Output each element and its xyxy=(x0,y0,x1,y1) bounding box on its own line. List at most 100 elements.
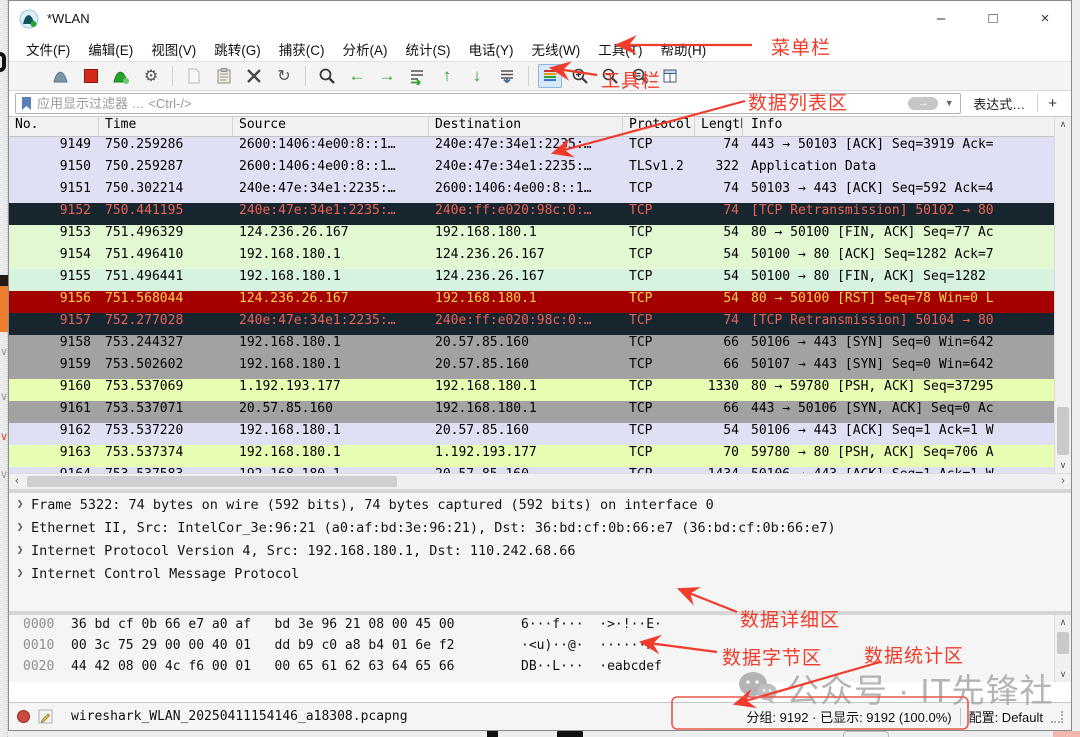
cell-protocol: TCP xyxy=(623,247,695,269)
cell-protocol: TCP xyxy=(623,423,695,445)
packet-list-vertical-scrollbar[interactable]: ∧ ∨ xyxy=(1054,117,1071,473)
menu-item[interactable]: 视图(V) xyxy=(142,39,205,59)
bytes-vertical-scrollbar[interactable]: ∧ ∨ xyxy=(1054,615,1071,682)
table-row[interactable]: 9153751.496329124.236.26.167192.168.180.… xyxy=(9,225,1071,247)
maximize-button[interactable]: □ xyxy=(967,1,1019,36)
stop-capture-icon[interactable] xyxy=(79,64,103,88)
table-row[interactable]: 9158753.244327192.168.180.120.57.85.160T… xyxy=(9,335,1071,357)
find-packet-icon[interactable] xyxy=(315,64,339,88)
table-row[interactable]: 9151750.302214240e:47e:34e1:2235:…2600:1… xyxy=(9,181,1071,203)
background-fragment xyxy=(0,275,8,286)
table-row[interactable]: 9160753.5370691.192.193.177192.168.180.1… xyxy=(9,379,1071,401)
capture-options-icon[interactable]: ⚙ xyxy=(139,64,163,88)
cell-time: 753.244327 xyxy=(99,335,233,357)
cell-length: 70 xyxy=(695,445,743,467)
scroll-down-icon[interactable]: ∨ xyxy=(1055,458,1071,473)
restart-capture-icon[interactable] xyxy=(109,64,133,88)
zoom-in-icon[interactable] xyxy=(568,64,592,88)
hex-ascii: ·<u)··@· ······n· xyxy=(521,638,662,653)
column-header[interactable]: Time xyxy=(99,117,233,136)
menu-item[interactable]: 编辑(E) xyxy=(79,39,142,59)
table-row[interactable]: 9163753.537374192.168.180.11.192.193.177… xyxy=(9,445,1071,467)
resize-columns-icon[interactable] xyxy=(658,64,682,88)
detail-line[interactable]: ❯Internet Protocol Version 4, Src: 192.1… xyxy=(9,543,1071,566)
expert-info-icon[interactable] xyxy=(17,710,30,723)
expand-icon[interactable]: ❯ xyxy=(9,497,31,520)
menu-item[interactable]: 无线(W) xyxy=(523,39,590,59)
table-row[interactable]: 9162753.537220192.168.180.120.57.85.160T… xyxy=(9,423,1071,445)
detail-line[interactable]: ❯Frame 5322: 74 bytes on wire (592 bits)… xyxy=(9,497,1071,520)
go-forward-icon[interactable]: → xyxy=(375,64,399,88)
apply-filter-icon[interactable]: → xyxy=(908,97,938,110)
resize-grip[interactable] xyxy=(1051,711,1063,723)
detail-line[interactable]: ❯Ethernet II, Src: IntelCor_3e:96:21 (a0… xyxy=(9,520,1071,543)
scrollbar-thumb[interactable] xyxy=(27,476,397,487)
column-header[interactable]: Info xyxy=(743,117,1071,136)
colorize-packets-icon[interactable] xyxy=(538,64,562,88)
save-file-icon[interactable] xyxy=(212,64,236,88)
minimize-button[interactable]: – xyxy=(915,1,967,36)
column-header[interactable]: Source xyxy=(233,117,429,136)
cell-source: 2600:1406:4e00:8::1… xyxy=(233,159,429,181)
table-row[interactable]: 9149750.2592862600:1406:4e00:8::1…240e:4… xyxy=(9,137,1071,159)
expand-icon[interactable]: ❯ xyxy=(9,543,31,566)
bookmark-icon[interactable] xyxy=(20,96,33,111)
menu-item[interactable]: 跳转(G) xyxy=(205,39,270,59)
menu-item[interactable]: 工具(T) xyxy=(589,39,651,59)
annotation-pencil-icon[interactable] xyxy=(38,709,53,724)
expand-icon[interactable]: ❯ xyxy=(9,566,31,589)
packet-list-horizontal-scrollbar[interactable]: ‹ › xyxy=(9,473,1071,489)
add-filter-button[interactable]: + xyxy=(1044,95,1065,112)
column-header[interactable]: No. xyxy=(9,117,99,136)
cell-protocol: TCP xyxy=(623,225,695,247)
cell-no: 9152 xyxy=(9,203,99,225)
start-capture-icon[interactable] xyxy=(49,64,73,88)
open-file-icon[interactable] xyxy=(182,64,206,88)
go-last-icon[interactable]: ↓ xyxy=(465,64,489,88)
cell-source: 192.168.180.1 xyxy=(233,247,429,269)
title-bar: *WLAN – □ × xyxy=(9,1,1071,36)
menu-item[interactable]: 捕获(C) xyxy=(270,39,334,59)
expand-icon[interactable]: ❯ xyxy=(9,520,31,543)
scroll-up-icon[interactable]: ∧ xyxy=(1055,615,1071,630)
scrollbar-thumb[interactable] xyxy=(1057,407,1069,455)
scroll-right-icon[interactable]: › xyxy=(1055,474,1071,489)
table-row[interactable]: 9154751.496410192.168.180.1124.236.26.16… xyxy=(9,247,1071,269)
column-header[interactable]: Length xyxy=(695,117,743,136)
scrollbar-thumb[interactable] xyxy=(1057,632,1069,654)
cell-time: 753.537069 xyxy=(99,379,233,401)
table-row[interactable]: 9157752.277028240e:47e:34e1:2235:…240e:f… xyxy=(9,313,1071,335)
column-header[interactable]: Protocol xyxy=(623,117,695,136)
table-row[interactable]: 9159753.502602192.168.180.120.57.85.160T… xyxy=(9,357,1071,379)
menu-item[interactable]: 分析(A) xyxy=(334,39,397,59)
go-to-packet-icon[interactable] xyxy=(405,64,429,88)
annotation-bytes: 数据字节区 xyxy=(722,643,822,670)
table-row[interactable]: 9150750.2592872600:1406:4e00:8::1…240e:4… xyxy=(9,159,1071,181)
filter-dropdown-icon[interactable]: ▼ xyxy=(942,98,956,108)
reload-file-icon[interactable]: ↻ xyxy=(272,64,296,88)
scroll-up-icon[interactable]: ∧ xyxy=(1055,117,1071,132)
detail-line[interactable]: ❯Internet Control Message Protocol xyxy=(9,566,1071,589)
go-back-icon[interactable]: ← xyxy=(345,64,369,88)
hex-row[interactable]: 000036 bd cf 0b 66 e7 a0 af bd 3e 96 21 … xyxy=(9,617,1071,638)
menu-item[interactable]: 帮助(H) xyxy=(651,39,715,59)
menu-item[interactable]: 文件(F) xyxy=(17,39,79,59)
background-checkmark: ∨ xyxy=(0,390,8,403)
expression-button[interactable]: 表达式… xyxy=(967,94,1031,113)
table-row[interactable]: 9152750.441195240e:47e:34e1:2235:…240e:f… xyxy=(9,203,1071,225)
close-file-icon[interactable] xyxy=(242,64,266,88)
close-button[interactable]: × xyxy=(1019,1,1071,36)
scroll-left-icon[interactable]: ‹ xyxy=(9,474,25,489)
table-row[interactable]: 9155751.496441192.168.180.1124.236.26.16… xyxy=(9,269,1071,291)
scroll-down-icon[interactable]: ∨ xyxy=(1055,667,1071,682)
menu-item[interactable]: 统计(S) xyxy=(397,39,460,59)
table-row[interactable]: 9161753.53707120.57.85.160192.168.180.1T… xyxy=(9,401,1071,423)
auto-scroll-icon[interactable] xyxy=(495,64,519,88)
cell-destination: 240e:ff:e020:98c:0:… xyxy=(429,313,623,335)
main-toolbar: ⚙ ↻ ← → ↑ ↓ xyxy=(9,61,1071,91)
menu-item[interactable]: 电话(Y) xyxy=(460,39,523,59)
column-header[interactable]: Destination xyxy=(429,117,623,136)
annotation-menu-bar: 菜单栏 xyxy=(771,33,831,60)
table-row[interactable]: 9156751.568044124.236.26.167192.168.180.… xyxy=(9,291,1071,313)
go-first-icon[interactable]: ↑ xyxy=(435,64,459,88)
